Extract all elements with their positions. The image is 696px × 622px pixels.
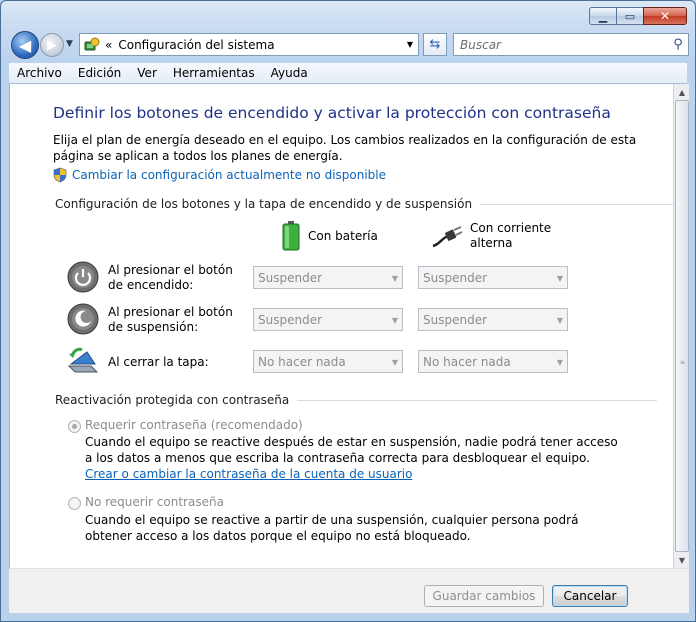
maximize-button[interactable]: ▭ [616,7,643,25]
control-panel-icon [83,37,101,53]
content-pane: Definir los botones de encendido y activ… [9,84,681,568]
power-button-ac-select[interactable]: Suspender ▼ [418,266,568,289]
change-settings-link-row[interactable]: Cambiar la configuración actualmente no … [53,167,386,183]
chevron-down-icon: ▼ [556,316,563,325]
lid-close-battery-select[interactable]: No hacer nada ▼ [253,350,403,373]
forward-button[interactable]: ▶ [40,33,64,57]
minimize-button[interactable]: ▁ [589,7,616,25]
page-description: Elija el plan de energía deseado en el e… [53,133,637,163]
refresh-button[interactable]: ⇆ [423,33,447,56]
power-plug-icon [432,226,462,248]
sleep-button-ac-value: Suspender [423,312,488,327]
search-box[interactable]: Buscar ⚲ [453,33,689,56]
no-password-description: Cuando el equipo se reactive a partir de… [85,513,579,543]
buttons-section-heading-row: Configuración de los botones y la tapa d… [55,197,681,211]
page-title: Definir los botones de encendido y activ… [53,104,611,122]
require-password-radio[interactable] [68,420,81,433]
chevron-down-icon: ▼ [556,358,563,367]
require-password-description-text: Cuando el equipo se reactive después de … [85,435,618,465]
sleep-button-battery-select[interactable]: Suspender ▼ [253,308,403,331]
require-password-label: Requerir contraseña (recomendado) [85,418,303,432]
sleep-button-icon [67,303,99,335]
lid-close-ac-select[interactable]: No hacer nada ▼ [418,350,568,373]
lid-close-battery-value: No hacer nada [258,354,346,369]
menu-bar: Archivo Edición Ver Herramientas Ayuda [9,63,687,84]
buttons-section-heading: Configuración de los botones y la tapa d… [55,197,473,211]
create-password-link[interactable]: Crear o cambiar la contraseña de la cuen… [85,467,412,481]
close-button[interactable]: ✕ [643,7,687,25]
refresh-icon: ⇆ [429,37,441,52]
address-text: Configuración del sistema [118,37,275,52]
back-button[interactable]: ◀ [11,31,39,59]
password-section-heading-row: Reactivación protegida con contraseña [55,393,658,407]
power-button-battery-value: Suspender [258,270,323,285]
arrow-right-icon: ▶ [47,37,57,53]
power-button-battery-select[interactable]: Suspender ▼ [253,266,403,289]
recent-pages-button[interactable]: ▼ [66,39,73,49]
vertical-scrollbar[interactable]: ▲ ≡ ▼ [673,84,689,568]
minimize-icon: ▁ [598,9,608,23]
address-dropdown-icon[interactable]: ▼ [402,40,418,49]
section-divider [297,399,658,401]
chevron-down-icon: ▼ [556,274,563,283]
power-button-ac-value: Suspender [423,270,488,285]
arrow-left-icon: ◀ [18,35,32,55]
chevron-down-icon: ▼ [66,39,73,49]
search-input[interactable]: Buscar [460,38,668,52]
chevron-down-icon: ▼ [391,358,398,367]
menu-archivo[interactable]: Archivo [9,66,70,80]
change-settings-link[interactable]: Cambiar la configuración actualmente no … [72,168,386,182]
no-password-radio[interactable] [68,497,81,510]
caption-buttons: ▁ ▭ ✕ [589,7,687,25]
power-button-label: Al presionar el botón de encendido: [108,263,233,292]
menu-ver[interactable]: Ver [129,66,165,80]
sleep-button-ac-select[interactable]: Suspender ▼ [418,308,568,331]
scrollbar-grip-icon: ≡ [680,359,686,366]
menu-ayuda[interactable]: Ayuda [263,66,316,80]
require-password-description: Cuando el equipo se reactive después de … [85,434,625,482]
battery-icon [282,221,300,251]
cancel-button[interactable]: Cancelar [552,585,628,607]
ac-column-label-line2: alterna [470,236,513,250]
battery-column-header: Con batería [282,221,378,251]
scroll-up-arrow[interactable]: ▲ [674,84,690,100]
navigation-bar: ◀ ▶ ▼ « Configuración del sistema ▼ ⇆ Bu… [9,31,689,59]
button-footer: Guardar cambios Cancelar [9,568,689,613]
laptop-lid-icon [67,347,99,373]
menu-edicion[interactable]: Edición [70,66,129,80]
ac-column-label-line1: Con corriente [470,221,552,235]
chevron-down-icon: ▼ [391,274,398,283]
no-password-label: No requerir contraseña [85,495,224,509]
password-section-heading: Reactivación protegida con contraseña [55,393,290,407]
sleep-button-label: Al presionar el botón de suspensión: [108,305,233,334]
maximize-icon: ▭ [624,9,636,23]
close-icon: ✕ [659,9,671,23]
sleep-button-battery-value: Suspender [258,312,323,327]
menu-herramientas[interactable]: Herramientas [165,66,263,80]
breadcrumb-overflow-icon[interactable]: « [105,38,112,52]
uac-shield-icon [53,167,67,183]
scroll-down-arrow[interactable]: ▼ [674,552,690,568]
power-button-icon [67,261,99,293]
chevron-down-icon: ▼ [391,316,398,325]
lid-close-ac-value: No hacer nada [423,354,511,369]
address-bar[interactable]: « Configuración del sistema ▼ [79,33,419,56]
save-changes-button[interactable]: Guardar cambios [424,585,544,607]
lid-close-label: Al cerrar la tapa: [108,355,209,369]
search-icon[interactable]: ⚲ [668,37,688,52]
ac-column-label: Con corriente alterna [470,221,551,251]
window: ▁ ▭ ✕ ◀ ▶ ▼ « Configuración del sistema … [0,0,696,622]
section-divider [480,203,681,205]
ac-column-header: Con corriente alterna [432,221,551,251]
battery-column-label: Con batería [308,228,378,243]
scrollbar-thumb[interactable]: ≡ [675,100,689,552]
